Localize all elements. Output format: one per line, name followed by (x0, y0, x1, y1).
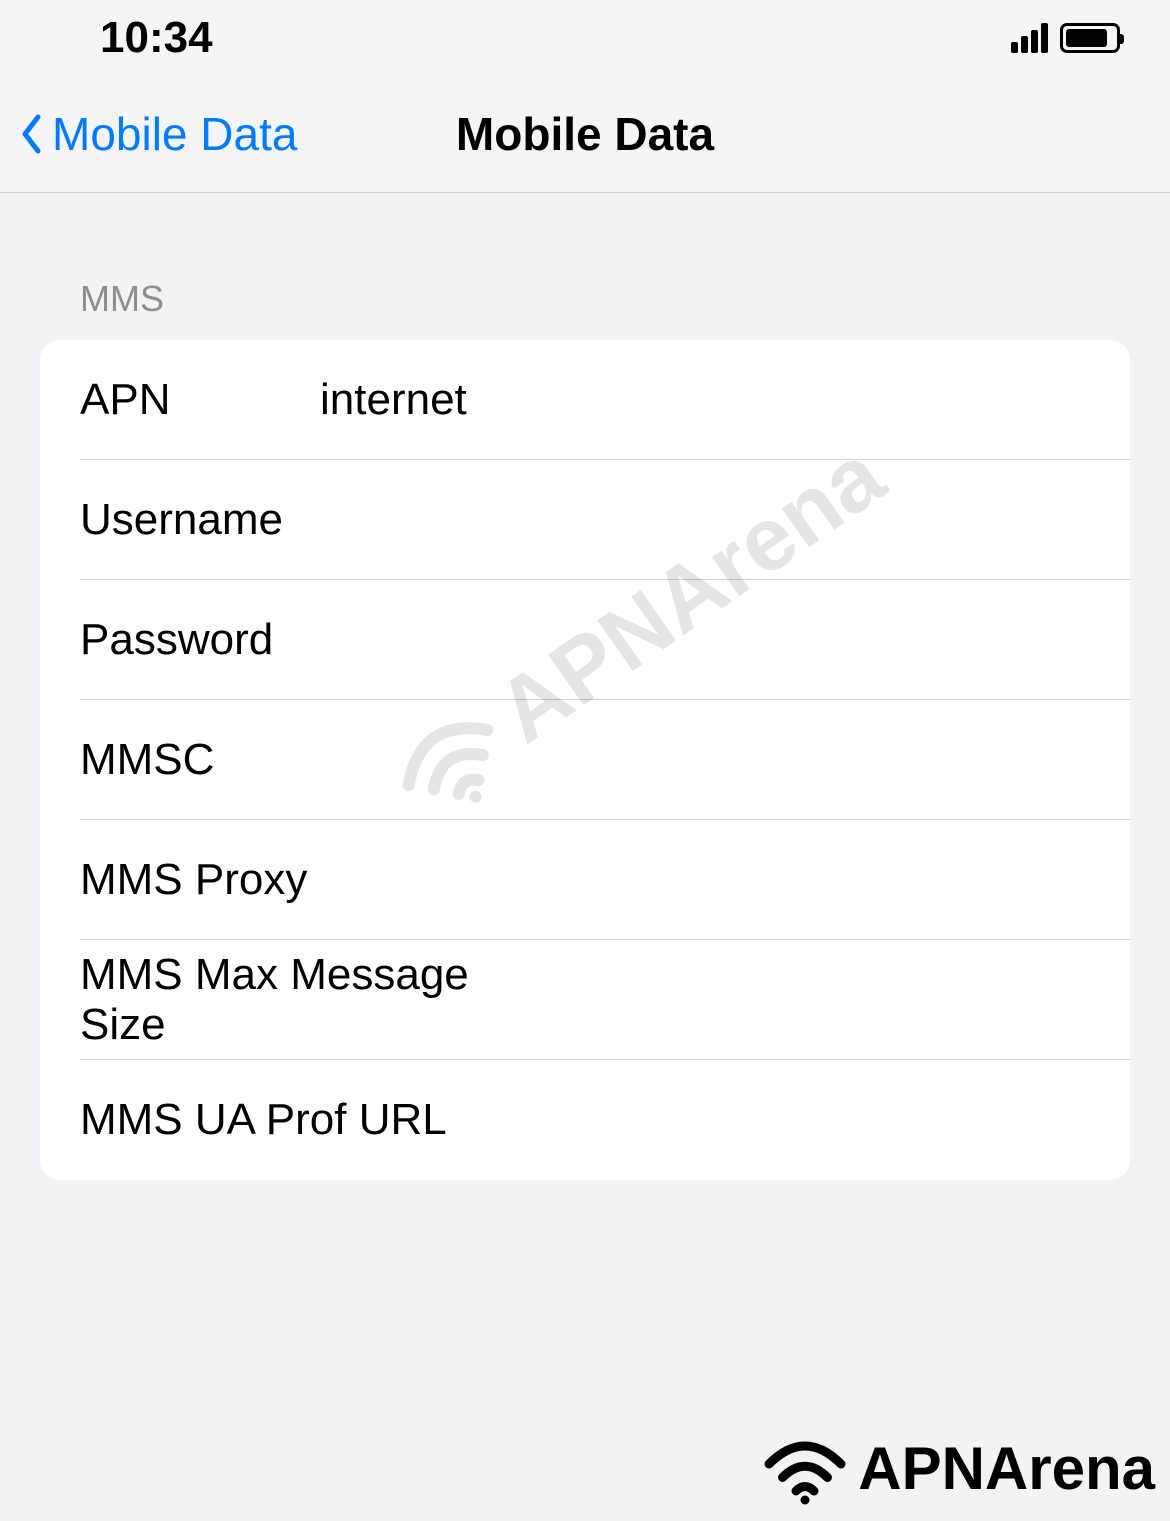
apn-input[interactable] (320, 375, 1090, 425)
mms-proxy-row[interactable]: MMS Proxy (40, 820, 1130, 940)
back-label: Mobile Data (52, 107, 297, 161)
status-time: 10:34 (100, 13, 213, 63)
mms-ua-prof-label: MMS UA Prof URL (80, 1095, 447, 1145)
settings-group: APN Username Password MMSC MMS Proxy MMS… (40, 340, 1130, 1180)
mms-max-size-label: MMS Max Message Size (80, 950, 515, 1050)
mmsc-row[interactable]: MMSC (40, 700, 1130, 820)
page-title: Mobile Data (456, 107, 714, 161)
username-input[interactable] (320, 495, 1090, 545)
username-row[interactable]: Username (40, 460, 1130, 580)
battery-icon (1060, 23, 1120, 53)
mmsc-input[interactable] (320, 735, 1090, 785)
password-label: Password (80, 615, 320, 665)
content: MMS APN Username Password MMSC MMS Proxy (0, 193, 1170, 1180)
wifi-icon (760, 1431, 850, 1506)
mms-max-size-row[interactable]: MMS Max Message Size (40, 940, 1130, 1060)
mms-proxy-label: MMS Proxy (80, 855, 307, 905)
footer-logo: APNArena (760, 1431, 1155, 1506)
apn-label: APN (80, 375, 320, 425)
apn-row[interactable]: APN (40, 340, 1130, 460)
status-icons (1011, 23, 1120, 53)
mms-max-size-input[interactable] (515, 975, 1090, 1025)
back-button[interactable]: Mobile Data (20, 107, 297, 161)
section-header: MMS (40, 193, 1130, 340)
mmsc-label: MMSC (80, 735, 320, 785)
cellular-signal-icon (1011, 23, 1048, 53)
mms-proxy-input[interactable] (307, 855, 1090, 905)
mms-ua-prof-input[interactable] (447, 1095, 1090, 1145)
status-bar: 10:34 (0, 0, 1170, 75)
password-input[interactable] (320, 615, 1090, 665)
footer-text: APNArena (858, 1434, 1155, 1503)
chevron-left-icon (20, 114, 42, 154)
username-label: Username (80, 495, 320, 545)
navigation-bar: Mobile Data Mobile Data (0, 75, 1170, 193)
password-row[interactable]: Password (40, 580, 1130, 700)
mms-ua-prof-row[interactable]: MMS UA Prof URL (40, 1060, 1130, 1180)
